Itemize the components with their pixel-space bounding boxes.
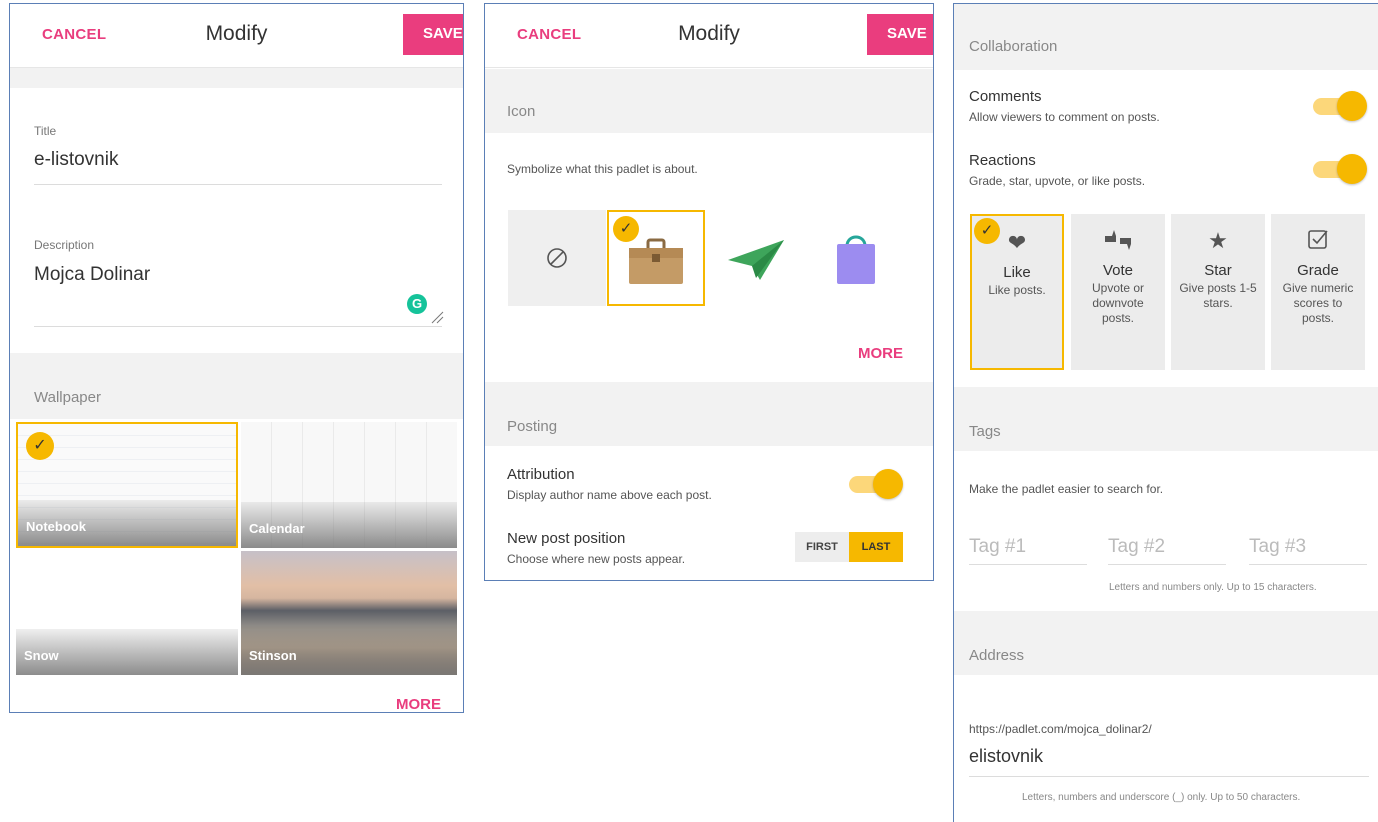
- selected-check-icon: ✓: [974, 218, 1000, 244]
- collaboration-heading: Collaboration: [969, 38, 1058, 55]
- briefcase-icon: [629, 238, 683, 284]
- modify-panel-icon-posting: CANCEL Modify SAVE Icon Symbolize what t…: [484, 3, 934, 581]
- reaction-option-grade[interactable]: Grade Give numeric scores to posts.: [1271, 214, 1365, 370]
- address-prefix: https://padlet.com/mojca_dolinar2/: [969, 722, 1152, 736]
- reaction-option-star[interactable]: ★ Star Give posts 1-5 stars.: [1171, 214, 1265, 370]
- tag-1-input[interactable]: Tag #1: [969, 536, 1087, 565]
- star-icon: ★: [1208, 228, 1228, 253]
- attribution-toggle[interactable]: [849, 469, 903, 499]
- position-last-button[interactable]: LAST: [849, 532, 903, 562]
- collaboration-section-header: Collaboration: [954, 4, 1378, 70]
- posting-section-header: Posting: [485, 382, 933, 446]
- toggle-knob: [873, 469, 903, 499]
- grammarly-icon[interactable]: G: [407, 294, 427, 314]
- icon-option-shopping-bag[interactable]: [807, 210, 905, 306]
- reaction-option-like[interactable]: ❤ Like Like posts. ✓: [970, 214, 1064, 370]
- comments-subtitle: Allow viewers to comment on posts.: [969, 110, 1160, 124]
- new-post-position-title: New post position: [507, 530, 626, 547]
- checkbox-icon: [1271, 228, 1365, 256]
- paper-plane-icon: [728, 240, 784, 280]
- toggle-knob: [1337, 154, 1367, 184]
- more-icons-link[interactable]: MORE: [858, 345, 903, 362]
- position-first-button[interactable]: FIRST: [795, 532, 849, 562]
- tags-description: Make the padlet easier to search for.: [969, 482, 1164, 496]
- position-segmented-control: FIRST LAST: [795, 532, 903, 562]
- icon-section-header: Icon: [485, 69, 933, 133]
- address-input[interactable]: elistovnik: [969, 746, 1043, 767]
- reaction-name: Star: [1204, 262, 1232, 279]
- header: CANCEL Modify SAVE: [485, 4, 933, 68]
- more-wallpapers-link[interactable]: MORE: [396, 696, 441, 712]
- attribution-subtitle: Display author name above each post.: [507, 488, 712, 502]
- posting-heading: Posting: [507, 418, 558, 435]
- wallpaper-tile-calendar[interactable]: Calendar: [241, 422, 457, 548]
- new-post-position-subtitle: Choose where new posts appear.: [507, 552, 686, 566]
- reactions-title: Reactions: [969, 152, 1036, 169]
- reaction-name: Grade: [1297, 262, 1339, 279]
- wallpaper-label: Snow: [24, 648, 59, 663]
- description-input[interactable]: Mojca Dolinar: [34, 264, 150, 286]
- none-icon: [547, 248, 567, 268]
- reaction-name: Like: [1003, 264, 1031, 281]
- header-title: Modify: [678, 22, 740, 45]
- title-label: Title: [34, 124, 57, 138]
- toggle-knob: [1337, 91, 1367, 121]
- wallpaper-section-header: Wallpaper: [10, 353, 463, 419]
- settings-panel-collaboration: Collaboration Comments Allow viewers to …: [953, 3, 1378, 822]
- tags-hint: Letters and numbers only. Up to 15 chara…: [1109, 582, 1317, 593]
- thumbs-icon: [1071, 228, 1165, 256]
- reactions-toggle[interactable]: [1313, 154, 1367, 184]
- description-underline: [34, 326, 442, 327]
- save-button[interactable]: SAVE: [403, 14, 463, 55]
- comments-title: Comments: [969, 88, 1042, 105]
- reaction-desc: Like posts.: [988, 283, 1046, 297]
- reaction-option-vote[interactable]: Vote Upvote or downvote posts.: [1071, 214, 1165, 370]
- spacer: [10, 68, 463, 88]
- tags-heading: Tags: [969, 423, 1001, 440]
- selected-check-icon: ✓: [26, 432, 54, 460]
- address-hint: Letters, numbers and underscore (_) only…: [1022, 792, 1301, 803]
- wallpaper-label: Stinson: [249, 648, 297, 663]
- title-underline: [34, 184, 442, 185]
- tag-2-input[interactable]: Tag #2: [1108, 536, 1226, 565]
- header: CANCEL Modify SAVE: [10, 4, 463, 68]
- reaction-desc: Give numeric scores to posts.: [1282, 281, 1354, 325]
- wallpaper-tile-notebook[interactable]: Notebook ✓: [16, 422, 238, 548]
- icon-option-briefcase[interactable]: ✓: [607, 210, 705, 306]
- attribution-title: Attribution: [507, 466, 575, 483]
- tag-3-input[interactable]: Tag #3: [1249, 536, 1367, 565]
- description-label: Description: [34, 238, 95, 252]
- reactions-subtitle: Grade, star, upvote, or like posts.: [969, 174, 1146, 188]
- wallpaper-tile-snow[interactable]: Snow: [16, 551, 238, 675]
- tags-section-header: Tags: [954, 387, 1378, 451]
- icon-option-none[interactable]: [508, 210, 606, 306]
- reaction-desc: Upvote or downvote posts.: [1091, 281, 1145, 325]
- address-heading: Address: [969, 647, 1025, 664]
- icon-option-paper-plane[interactable]: [707, 210, 805, 306]
- icon-heading: Icon: [507, 103, 536, 120]
- reaction-desc: Give posts 1-5 stars.: [1179, 281, 1257, 310]
- resize-handle-icon[interactable]: [430, 310, 444, 324]
- reaction-name: Vote: [1102, 262, 1134, 279]
- wallpaper-label: Notebook: [26, 519, 86, 534]
- comments-toggle[interactable]: [1313, 91, 1367, 121]
- header-title: Modify: [205, 22, 268, 45]
- wallpaper-heading: Wallpaper: [34, 389, 101, 406]
- wallpaper-tile-stinson[interactable]: Stinson: [241, 551, 457, 675]
- address-underline: [969, 776, 1369, 777]
- modify-panel-general: CANCEL Modify SAVE Title e-listovnik Des…: [9, 3, 464, 713]
- title-input[interactable]: e-listovnik: [34, 149, 118, 171]
- selected-check-icon: ✓: [613, 216, 639, 242]
- save-button[interactable]: SAVE: [867, 14, 933, 55]
- wallpaper-label: Calendar: [249, 521, 305, 536]
- shopping-bag-icon: [837, 235, 875, 284]
- icon-description: Symbolize what this padlet is about.: [507, 162, 698, 176]
- address-section-header: Address: [954, 611, 1378, 675]
